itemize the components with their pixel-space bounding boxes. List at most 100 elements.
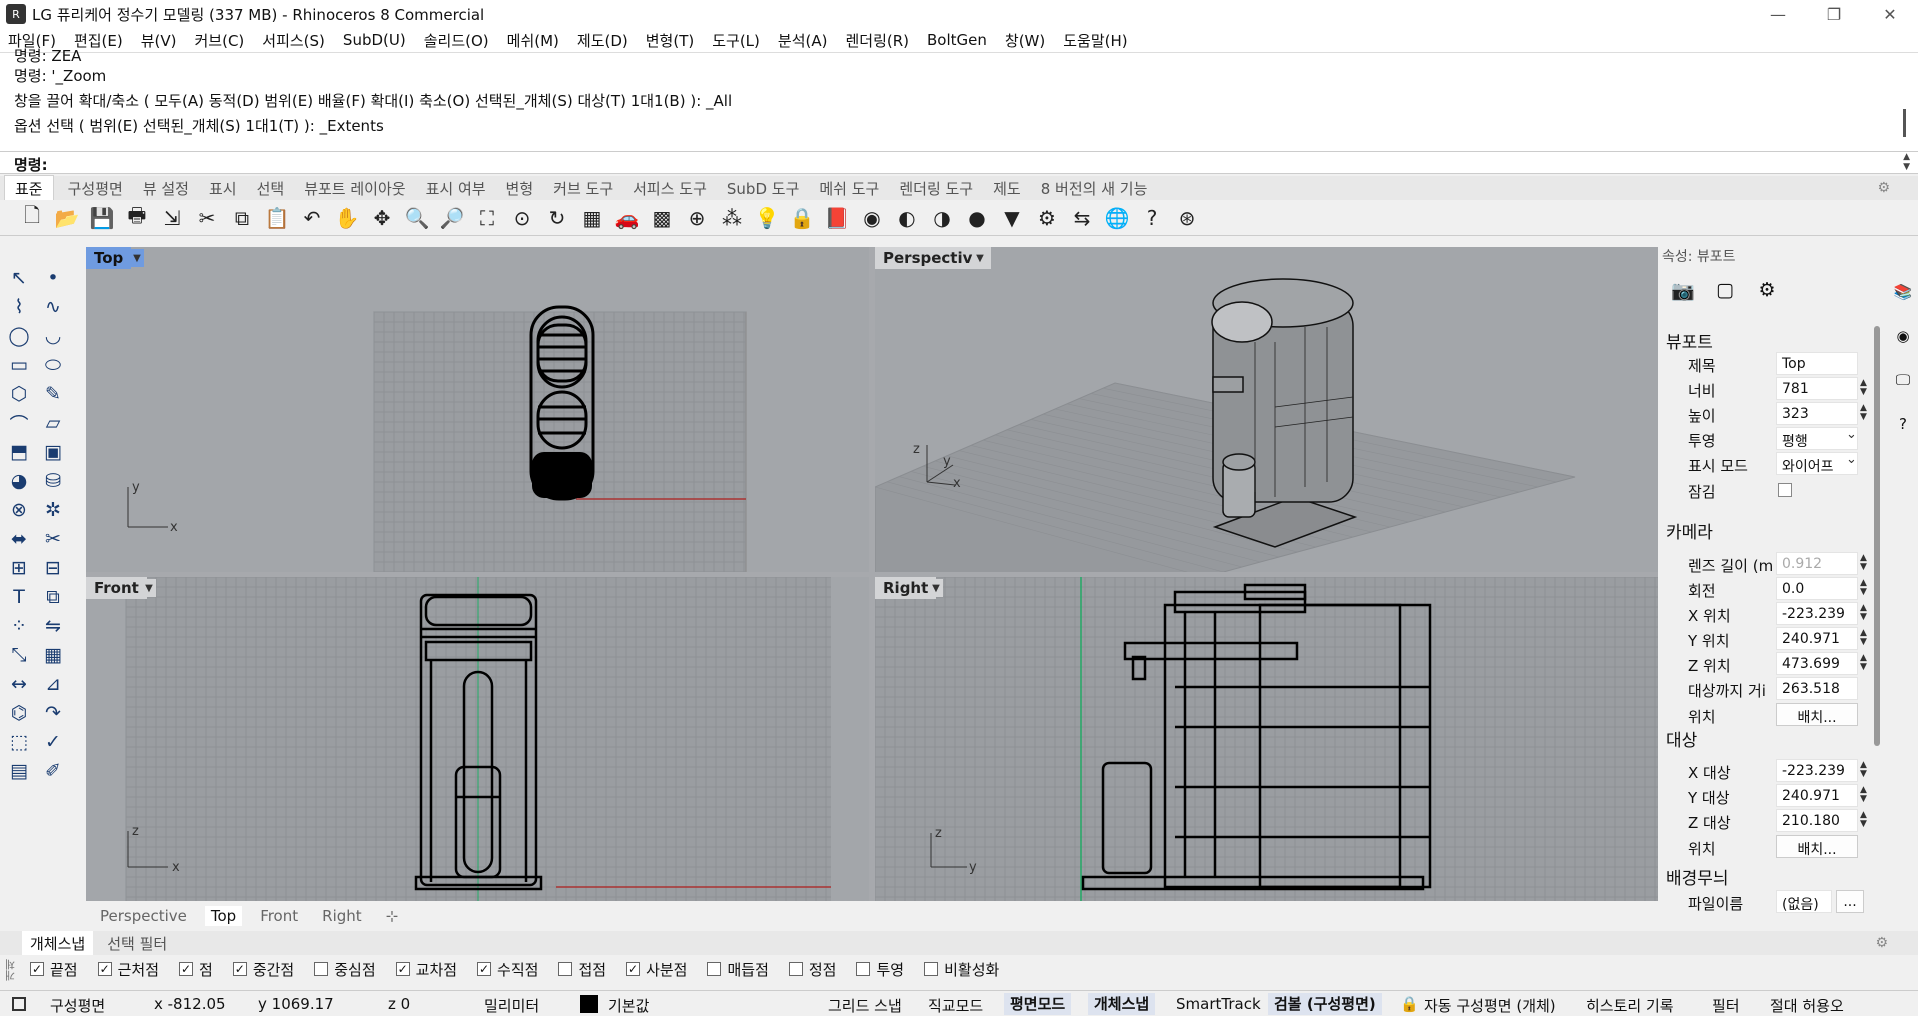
status-osnap[interactable]: 개체스냅 (1088, 993, 1156, 1015)
status-gumball[interactable]: 검볼 (구성평면) (1268, 993, 1382, 1015)
polygon-icon[interactable]: ⬡ (4, 380, 34, 408)
four-viewports-icon[interactable]: ▦ (578, 204, 606, 232)
osnap-checkbox[interactable]: ✓ (30, 962, 44, 976)
open-icon[interactable]: 📂 (53, 204, 81, 232)
osnap-checkbox[interactable]: ✓ (97, 962, 112, 976)
select-arrow-icon[interactable]: ↖ (4, 264, 34, 292)
properties-scrollbar[interactable] (1874, 326, 1880, 746)
toolbar-tab[interactable]: 제도 (993, 178, 1021, 199)
help-icon[interactable]: ? (1138, 204, 1166, 232)
select-icon[interactable]: ▼ (998, 204, 1026, 232)
bend-icon[interactable]: ↷ (38, 699, 68, 727)
command-line[interactable]: 명령: ▲ ▼ (0, 151, 1918, 174)
spinner-icon[interactable]: ▲ ▼ (1860, 604, 1867, 622)
extrude-icon[interactable]: ⬒ (4, 438, 34, 466)
toolbar-tab[interactable]: 메쉬 도구 (819, 178, 879, 199)
osnap-checkbox[interactable]: ✓ (395, 962, 410, 976)
osnap-checkbox[interactable] (788, 962, 803, 976)
osnap-checkbox[interactable] (558, 962, 573, 976)
osnap-checkbox[interactable]: ✓ (477, 962, 492, 976)
web-icon[interactable]: ⊛ (1173, 204, 1201, 232)
toolbar-settings-icon[interactable]: ⚙ (1877, 180, 1890, 196)
prop-value-dist[interactable]: 263.518 (1776, 677, 1858, 700)
toolbar-tab[interactable]: 서피스 도구 (633, 178, 707, 199)
spinner-icon[interactable]: ▲ ▼ (1860, 579, 1867, 597)
spinner-icon[interactable]: ▲ ▼ (1860, 629, 1867, 647)
rendered-icon[interactable]: ◑ (928, 204, 956, 232)
viewport-title-top[interactable]: Top (86, 247, 132, 269)
status-auto-cplane[interactable]: 자동 구성평면 (개체) (1424, 995, 1556, 1016)
point-icon[interactable]: ⁂ (718, 204, 746, 232)
osnap-checkbox[interactable] (314, 962, 329, 976)
viewport-menu-perspective[interactable]: ▼ (973, 249, 987, 267)
array-icon[interactable]: ⁘ (4, 612, 34, 640)
spinner-icon[interactable]: ▲ ▼ (1860, 761, 1867, 779)
spinner-icon[interactable]: ▲ ▼ (1860, 404, 1867, 422)
help-icon[interactable]: ? (1893, 414, 1913, 434)
spinner-icon[interactable]: ▲ ▼ (1860, 786, 1867, 804)
viewport-tab[interactable]: Right (322, 907, 362, 925)
menu-item[interactable]: 메쉬(M) (507, 30, 559, 51)
freeform-icon[interactable]: ✎ (38, 380, 68, 408)
viewport-menu-right[interactable]: ▼ (929, 579, 943, 597)
prop-value-target-pos[interactable]: 배치... (1776, 835, 1858, 858)
cage-icon[interactable]: ⬚ (4, 728, 34, 756)
toolbar-tab[interactable]: 표시 여부 (426, 178, 486, 199)
spinner-icon[interactable]: ▲ ▼ (1860, 811, 1867, 829)
deform-icon[interactable]: ⌬ (4, 699, 34, 727)
viewport-tab[interactable]: Perspective (100, 907, 187, 925)
toolbar-tab[interactable]: 표시 (209, 178, 237, 199)
prop-value-lens[interactable]: 0.912 (1776, 552, 1858, 575)
viewport-top[interactable]: x y Top ▼ (86, 247, 869, 572)
globe-green-icon[interactable]: 🌐 (1103, 204, 1131, 232)
menu-item[interactable]: 창(W) (1005, 30, 1045, 51)
undo-icon[interactable]: ↶ (298, 204, 326, 232)
offset-icon[interactable]: ⧉ (38, 583, 68, 611)
sphere-icon[interactable]: ● (963, 204, 991, 232)
sphere-icon[interactable]: ◕ (4, 467, 34, 495)
status-planar[interactable]: 평면모드 (1004, 993, 1072, 1015)
polyline-icon[interactable]: ⌇ (4, 293, 34, 321)
cut-icon[interactable]: ✂ (193, 204, 221, 232)
osnap-settings-icon[interactable]: ⚙ (1875, 935, 1888, 951)
filename-more-button[interactable]: ... (1836, 890, 1864, 913)
toolbar-tab[interactable]: 8 버전의 새 기능 (1041, 178, 1148, 199)
prop-value-width[interactable]: 781 (1776, 377, 1858, 400)
status-cplane[interactable]: 구성평면 (50, 995, 105, 1016)
menu-item[interactable]: 분석(A) (778, 30, 828, 51)
minimize-button[interactable]: — (1750, 0, 1806, 28)
status-units[interactable]: 밀리미터 (484, 995, 539, 1016)
rotate-view-icon[interactable]: ✥ (368, 204, 396, 232)
close-button[interactable]: ✕ (1862, 0, 1918, 28)
pan-icon[interactable]: ✋ (333, 204, 361, 232)
ellipse-icon[interactable]: ⬭ (38, 351, 68, 379)
viewport-perspective[interactable]: z y x Perspective ▼ (875, 247, 1658, 572)
osnap-item[interactable]: 투영 (856, 959, 904, 980)
status-ortho[interactable]: 직교모드 (928, 995, 983, 1016)
viewport-tab[interactable]: Front (260, 907, 298, 925)
dimension-icon[interactable]: ⇆ (1068, 204, 1096, 232)
panel-toggle-icon[interactable] (12, 997, 26, 1011)
prop-value-title[interactable]: Top (1776, 352, 1858, 375)
toolbar-tab[interactable]: 뷰 설정 (143, 178, 189, 199)
osnap-checkbox[interactable] (707, 962, 722, 976)
toolbar-tab[interactable]: 뷰포트 레이아웃 (304, 178, 405, 199)
osnap-checkbox[interactable]: ✓ (232, 962, 247, 976)
camera-icon[interactable]: 📷 (1668, 276, 1698, 304)
status-layer[interactable]: 기본값 (608, 995, 649, 1016)
rectangle-icon[interactable]: ▭ (4, 351, 34, 379)
osnap-item[interactable]: ✓ 수직점 (477, 959, 538, 980)
layer-icon[interactable]: ▤ (4, 757, 34, 785)
rotate-icon[interactable]: ↻ (543, 204, 571, 232)
split-icon[interactable]: ⊟ (38, 554, 68, 582)
osnap-item[interactable]: 매듭점 (707, 959, 769, 980)
prop-value-z-pos[interactable]: 473.699 (1776, 652, 1858, 675)
prop-value-x-pos[interactable]: -223.239 (1776, 602, 1858, 625)
osnap-item[interactable]: ✓ 끝점 (30, 959, 78, 980)
osnap-item[interactable]: ✓ 교차점 (395, 959, 457, 980)
osnap-item[interactable]: ✓ 점 (179, 959, 213, 980)
prop-value-rotation[interactable]: 0.0 (1776, 577, 1858, 600)
color-icon[interactable]: ◉ (1893, 326, 1913, 346)
text-icon[interactable]: T (4, 583, 34, 611)
color-wheel-icon[interactable]: ◉ (858, 204, 886, 232)
